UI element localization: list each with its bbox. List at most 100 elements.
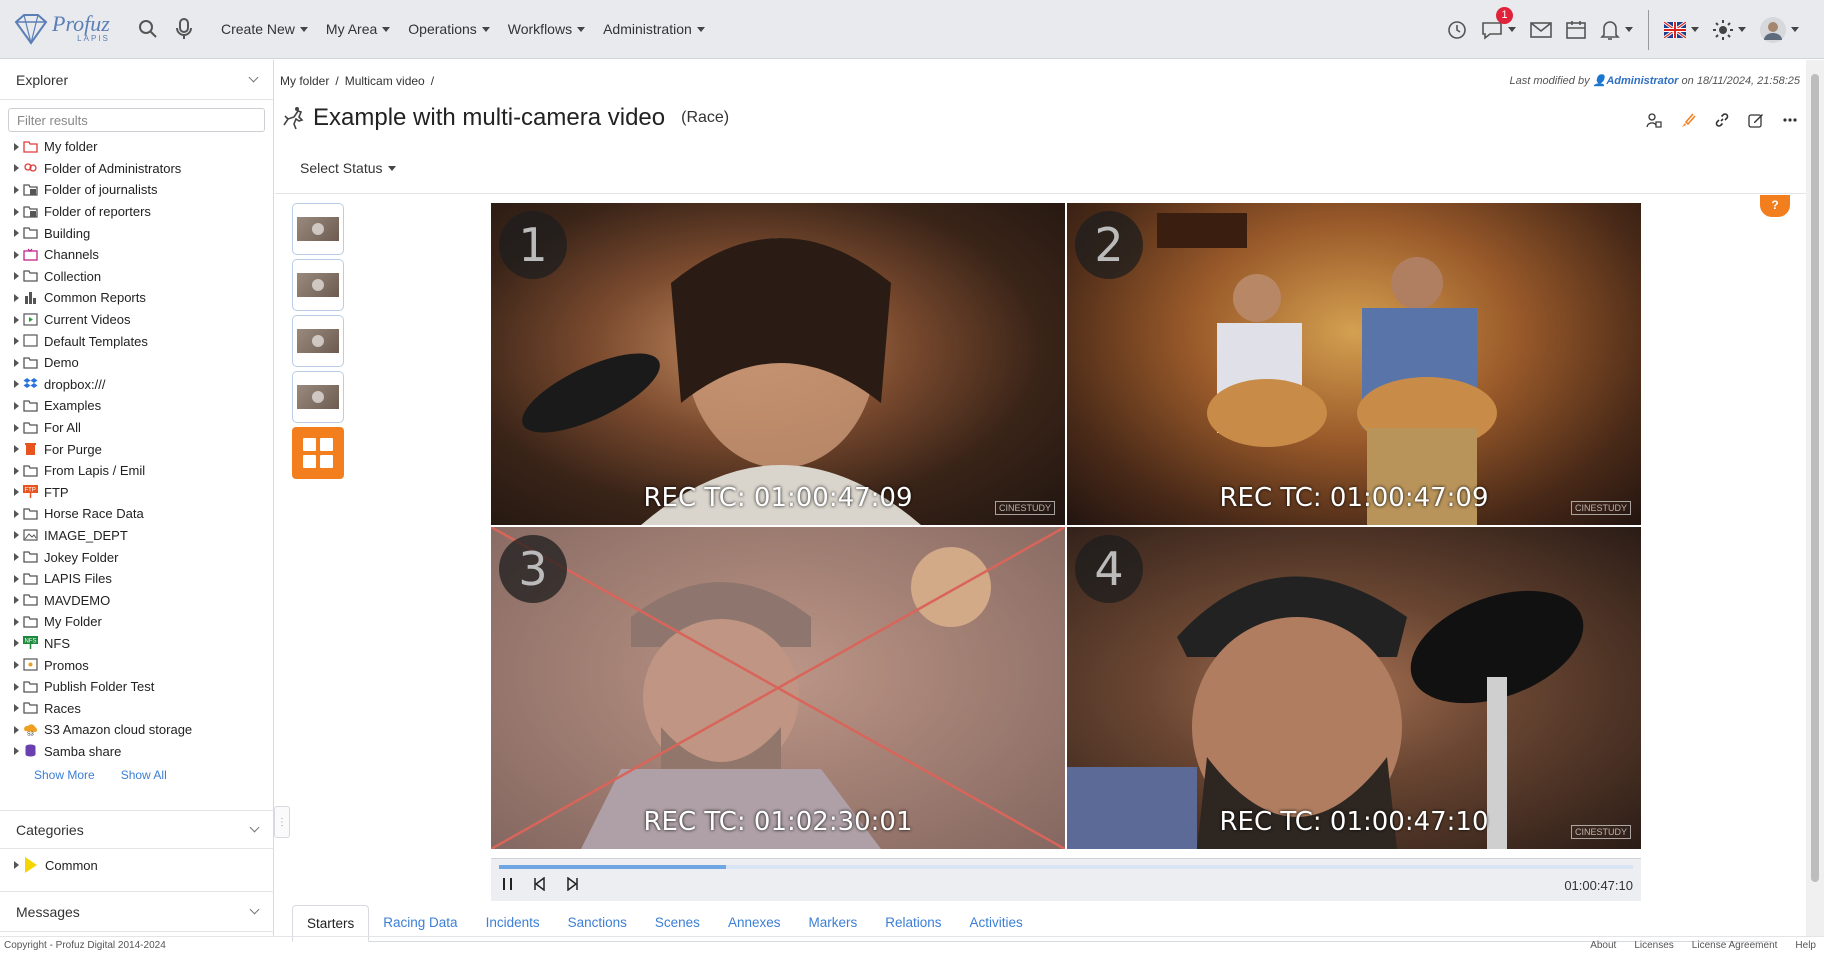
expand-arrow-icon[interactable] [14,380,19,389]
tree-item[interactable]: Demo [0,352,273,374]
search-icon[interactable] [130,11,166,47]
tree-item[interactable]: For All [0,417,273,439]
expand-arrow-icon[interactable] [14,423,19,432]
camera-view-3[interactable]: 3 REC TC: 01:02:30:01 [491,527,1065,849]
camera-thumbnail[interactable] [292,203,344,255]
tree-item[interactable]: Default Templates [0,330,273,352]
expand-arrow-icon[interactable] [14,401,19,410]
show-more-link[interactable]: Show More [34,768,95,782]
expand-arrow-icon[interactable] [14,574,19,583]
expand-arrow-icon[interactable] [14,861,19,869]
tree-item[interactable]: For Purge [0,438,273,460]
expand-arrow-icon[interactable] [14,164,19,173]
step-backward-icon[interactable] [533,877,547,891]
tree-item[interactable]: dropbox:/// [0,374,273,396]
expand-arrow-icon[interactable] [14,445,19,454]
tree-item[interactable]: Promos [0,654,273,676]
footer-link-help[interactable]: Help [1795,940,1816,951]
brush-icon[interactable] [1680,112,1696,128]
expand-arrow-icon[interactable] [14,488,19,497]
scrollbar-thumb[interactable] [1811,74,1819,882]
tree-item[interactable]: Channels [0,244,273,266]
app-logo[interactable]: Profuz LAPIS [12,12,130,46]
tree-item[interactable]: NFS NFS [0,633,273,655]
tree-item[interactable]: Examples [0,395,273,417]
status-select[interactable]: Select Status [300,160,396,176]
tree-item[interactable]: From Lapis / Emil [0,460,273,482]
camera-thumbnail[interactable] [292,259,344,311]
footer-link-licenses[interactable]: Licenses [1634,940,1673,951]
expand-arrow-icon[interactable] [14,596,19,605]
expand-arrow-icon[interactable] [14,531,19,540]
expand-arrow-icon[interactable] [14,466,19,475]
tree-item[interactable]: LAPIS Files [0,568,273,590]
breadcrumb-item-my-folder[interactable]: My folder [280,74,329,88]
tree-item[interactable]: Samba share [0,741,273,763]
language-flag-icon[interactable] [1657,0,1706,59]
menu-workflows[interactable]: Workflows [499,0,594,59]
calendar-icon[interactable] [1559,0,1593,59]
last-modified-user-link[interactable]: Administrator [1606,75,1678,87]
breadcrumb-item-multicam-video[interactable]: Multicam video [345,74,425,88]
tree-item[interactable]: Current Videos [0,309,273,331]
expand-arrow-icon[interactable] [14,553,19,562]
expand-arrow-icon[interactable] [14,250,19,259]
expand-arrow-icon[interactable] [14,229,19,238]
camera-view-1[interactable]: 1 REC TC: 01:00:47:09 CINESTUDY [491,203,1065,525]
user-avatar[interactable] [1753,0,1806,59]
footer-link-license-agreement[interactable]: License Agreement [1692,940,1778,951]
help-button[interactable]: ? [1760,195,1790,217]
tree-item[interactable]: Horse Race Data [0,503,273,525]
menu-operations[interactable]: Operations [399,0,498,59]
category-item-common[interactable]: Common [0,849,274,881]
expand-arrow-icon[interactable] [14,725,19,734]
tree-item[interactable]: My folder [0,136,273,158]
camera-view-2[interactable]: 2 REC TC: 01:00:47:09 CINESTUDY [1067,203,1641,525]
expand-arrow-icon[interactable] [14,337,19,346]
menu-administration[interactable]: Administration [594,0,714,59]
tree-item[interactable]: MAVDEMO [0,589,273,611]
explorer-header[interactable]: Explorer [0,60,273,100]
expand-arrow-icon[interactable] [14,639,19,648]
bell-icon[interactable] [1593,0,1640,59]
tree-item[interactable]: Common Reports [0,287,273,309]
menu-create-new[interactable]: Create New [212,0,317,59]
tree-item[interactable]: Collection [0,266,273,288]
tree-item[interactable]: My Folder [0,611,273,633]
pause-icon[interactable] [501,877,515,891]
tree-item[interactable]: Folder of Administrators [0,158,273,180]
microphone-icon[interactable] [166,11,202,47]
grid-view-button[interactable] [292,427,344,479]
tree-item[interactable]: S3 S3 Amazon cloud storage [0,719,273,741]
camera-thumbnail[interactable] [292,371,344,423]
expand-arrow-icon[interactable] [14,315,19,324]
expand-arrow-icon[interactable] [14,704,19,713]
tree-item[interactable]: Folder of reporters [0,201,273,223]
playback-progress-bar[interactable] [499,865,1633,869]
tree-item[interactable]: Jokey Folder [0,546,273,568]
expand-arrow-icon[interactable] [14,747,19,756]
expand-arrow-icon[interactable] [14,509,19,518]
tree-item[interactable]: Building [0,222,273,244]
expand-arrow-icon[interactable] [14,682,19,691]
categories-header[interactable]: Categories [0,811,274,849]
theme-sun-icon[interactable] [1706,0,1753,59]
expand-arrow-icon[interactable] [14,617,19,626]
messages-header[interactable]: Messages [0,892,274,932]
expand-arrow-icon[interactable] [14,272,19,281]
edit-icon[interactable] [1748,112,1764,128]
link-icon[interactable] [1714,112,1730,128]
menu-my-area[interactable]: My Area [317,0,399,59]
page-scrollbar[interactable] [1806,60,1824,936]
history-icon[interactable] [1440,0,1474,59]
tree-item[interactable]: FTP FTP [0,482,273,504]
camera-view-4[interactable]: 4 REC TC: 01:00:47:10 CINESTUDY [1067,527,1641,849]
filter-input[interactable] [8,108,265,132]
tree-item[interactable]: Folder of journalists [0,179,273,201]
expand-arrow-icon[interactable] [14,358,19,367]
tree-item[interactable]: Publish Folder Test [0,676,273,698]
expand-arrow-icon[interactable] [14,207,19,216]
expand-arrow-icon[interactable] [14,142,19,151]
camera-thumbnail[interactable] [292,315,344,367]
show-all-link[interactable]: Show All [121,768,167,782]
